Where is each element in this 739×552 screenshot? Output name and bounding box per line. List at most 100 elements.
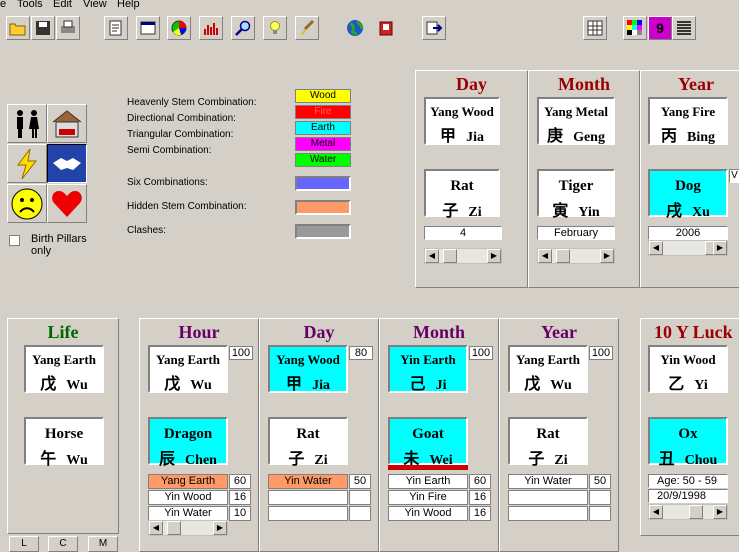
stem-char: 丙 xyxy=(660,128,677,145)
scroll-thumb[interactable] xyxy=(556,249,570,263)
search-button[interactable] xyxy=(231,16,255,40)
hour-branch[interactable]: Dragon 辰 Chen xyxy=(148,417,228,468)
year-hidden-2 xyxy=(508,490,588,505)
c-button[interactable]: C xyxy=(48,536,78,552)
luck-branch[interactable]: Ox 丑 Chou xyxy=(648,417,728,468)
year-hidden-3-val xyxy=(589,506,611,521)
save-button[interactable] xyxy=(31,16,55,40)
luck-date: 20/9/1998 xyxy=(648,489,728,503)
magnifier-icon xyxy=(235,20,251,36)
lightning-button[interactable] xyxy=(7,144,47,183)
print-button[interactable] xyxy=(56,16,80,40)
branch-name: Goat xyxy=(412,426,444,442)
top-day-branch[interactable]: Rat 子 Zi xyxy=(424,169,500,220)
color-grid-button[interactable] xyxy=(623,16,647,40)
menu-edit[interactable]: Edit xyxy=(53,0,72,10)
menu-file[interactable]: e xyxy=(0,0,6,10)
branch-char: 子 xyxy=(528,451,545,468)
stem-pinyin: Yi xyxy=(694,378,708,393)
couple-button[interactable] xyxy=(7,104,47,143)
scroll-left-icon[interactable]: ◀ xyxy=(425,249,439,263)
stem-pinyin: Bing xyxy=(687,130,716,145)
bar-chart-button[interactable] xyxy=(199,16,223,40)
m-button[interactable]: M xyxy=(88,536,118,552)
month-branch[interactable]: Goat 未 Wei xyxy=(388,417,468,468)
luck-scrollbar[interactable]: ◀ ▶ xyxy=(648,504,728,520)
scroll-left-icon[interactable]: ◀ xyxy=(649,505,663,519)
handshake-icon xyxy=(53,157,81,170)
scroll-right-icon[interactable]: ▶ xyxy=(600,249,614,263)
heart-button[interactable] xyxy=(47,184,87,223)
top-year-value: 2006 xyxy=(648,226,728,240)
year-hidden-1: Yin Water xyxy=(508,474,588,489)
list-button[interactable] xyxy=(672,16,696,40)
top-year-branch[interactable]: Dog 戌 Xu xyxy=(648,169,728,220)
scroll-left-icon[interactable]: ◀ xyxy=(649,241,663,255)
properties-button[interactable] xyxy=(104,16,128,40)
top-year-scrollbar[interactable]: ◀ ▶ xyxy=(648,240,728,256)
calendar-button[interactable] xyxy=(583,16,607,40)
top-year-side-field[interactable]: V xyxy=(729,169,739,183)
scroll-right-icon[interactable]: ▶ xyxy=(713,505,727,519)
menu-view[interactable]: View xyxy=(83,0,107,10)
birth-pillars-checkbox[interactable] xyxy=(9,235,20,246)
year-branch[interactable]: Rat 子 Zi xyxy=(508,417,588,468)
top-month-stem[interactable]: Yang Metal 庚 Geng xyxy=(537,97,615,145)
stem-char: 戊 xyxy=(40,376,57,393)
swatch-metal: Metal xyxy=(295,137,351,151)
top-month-scrollbar[interactable]: ◀ ▶ xyxy=(537,248,615,264)
stem-char: 乙 xyxy=(668,376,685,393)
month-stem[interactable]: Yin Earth 己 Ji xyxy=(388,345,468,393)
globe-button[interactable] xyxy=(343,16,367,40)
branch-name: Horse xyxy=(44,426,84,442)
top-month-value: February xyxy=(537,226,615,240)
top-month-branch[interactable]: Tiger 寅 Yin xyxy=(537,169,615,220)
export-icon xyxy=(426,21,443,35)
stem-pinyin: Jia xyxy=(466,130,484,145)
stem-name: Yin Earth xyxy=(400,352,456,367)
stem-pinyin: Wu xyxy=(550,378,572,393)
hour-stem[interactable]: Yang Earth 戊 Wu xyxy=(148,345,228,393)
stem-pinyin: Geng xyxy=(573,130,605,145)
export-button[interactable] xyxy=(422,16,446,40)
scroll-thumb[interactable] xyxy=(167,521,181,535)
top-day-scrollbar[interactable]: ◀ ▶ xyxy=(424,248,502,264)
month-strength: 100 xyxy=(469,346,493,360)
scroll-right-icon[interactable]: ▶ xyxy=(213,521,227,535)
scroll-thumb[interactable] xyxy=(443,249,457,263)
scroll-right-icon[interactable]: ▶ xyxy=(487,249,501,263)
hour-scrollbar[interactable]: ◀ ▶ xyxy=(148,520,228,536)
menu-help[interactable]: Help xyxy=(117,0,140,10)
scroll-left-icon[interactable]: ◀ xyxy=(538,249,552,263)
year-title: Year xyxy=(541,322,577,342)
sad-face-button[interactable] xyxy=(7,184,47,223)
month-hidden-2: Yin Fire xyxy=(388,490,468,505)
scroll-right-icon[interactable]: ▶ xyxy=(713,241,727,255)
top-day-stem[interactable]: Yang Wood 甲 Jia xyxy=(424,97,500,145)
luck-stem[interactable]: Yin Wood 乙 Yi xyxy=(648,345,728,393)
tip-button[interactable] xyxy=(263,16,287,40)
swatch-clashes xyxy=(295,224,351,239)
menu-tools[interactable]: Tools xyxy=(17,0,43,10)
open-button[interactable] xyxy=(6,16,30,40)
calendar-grid-icon xyxy=(587,20,603,36)
brush-button[interactable] xyxy=(295,16,319,40)
scroll-thumb[interactable] xyxy=(689,505,703,519)
branch-name: Rat xyxy=(536,426,560,442)
l-button[interactable]: L xyxy=(9,536,39,552)
life-branch[interactable]: Horse 午 Wu xyxy=(24,417,104,468)
nine-button[interactable]: 9 xyxy=(648,16,672,40)
year-stem[interactable]: Yang Earth 戊 Wu xyxy=(508,345,588,393)
day-stem[interactable]: Yang Wood 甲 Jia xyxy=(268,345,348,393)
top-year-stem[interactable]: Yang Fire 丙 Bing xyxy=(648,97,728,145)
book-icon xyxy=(379,21,393,36)
pie-chart-button[interactable] xyxy=(167,16,191,40)
day-branch[interactable]: Rat 子 Zi xyxy=(268,417,348,468)
window-button[interactable] xyxy=(136,16,160,40)
book-button[interactable] xyxy=(374,16,398,40)
handshake-button[interactable] xyxy=(47,144,87,183)
directional-label: Directional Combination: xyxy=(127,113,236,124)
life-stem[interactable]: Yang Earth 戊 Wu xyxy=(24,345,104,393)
house-button[interactable] xyxy=(47,104,87,143)
scroll-left-icon[interactable]: ◀ xyxy=(149,521,163,535)
